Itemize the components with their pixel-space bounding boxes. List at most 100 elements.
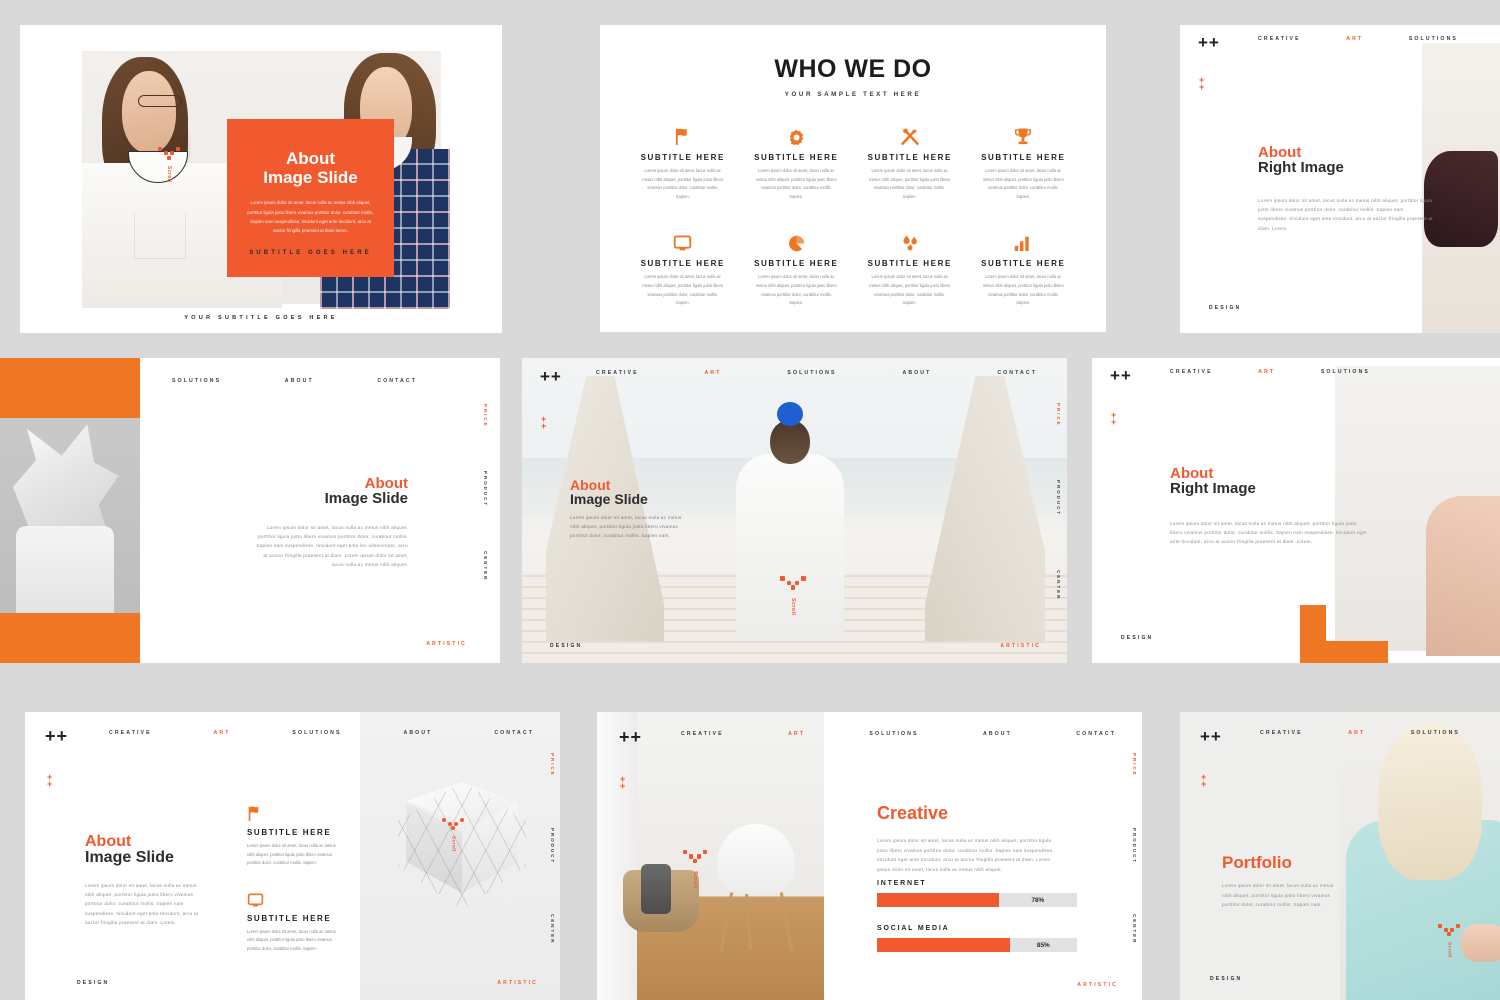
nav-item-contact[interactable]: CONTACT [494,730,534,736]
brand-logo-plus[interactable]: ++ [45,727,68,745]
nav-item-creative[interactable]: CREATIVE [1260,730,1303,736]
nav-item-creative[interactable]: CREATIVE [1170,369,1213,375]
card-subtitle: SUBTITLE GOES HERE [249,249,372,256]
feature-body: Lorem ipsum dolor sit amet, lacus nulla … [869,168,951,199]
nav-item-art[interactable]: ART [1258,369,1275,375]
nav-item-contact[interactable]: CONTACT [1076,731,1116,737]
photo-glasses [138,95,182,107]
feature-cell[interactable]: SUBTITLE HERE Lorem ipsum dolor sit amet… [740,123,854,201]
brand-logo-plus[interactable]: ++ [540,368,562,385]
nav-item-solutions[interactable]: SOLUTIONS [787,370,836,376]
nav-item-about[interactable]: ABOUT [983,731,1012,737]
slide-creative-stats[interactable]: Scroll ++ CREATIVE ART SOLUTIONS ABOUT C… [597,712,1142,1000]
nav-item-solutions[interactable]: SOLUTIONS [1411,730,1460,736]
slide-about-image-beach[interactable]: ++ CREATIVE ART SOLUTIONS ABOUT CONTACT … [522,358,1067,663]
nav-item-art[interactable]: ART [705,370,722,376]
side-label-center: CENTER [483,550,488,582]
feature-list: SUBTITLE HERE Lorem ipsum dolor sit amet… [247,804,347,976]
top-nav[interactable]: CREATIVE ART SOLUTIONS ABOUT CONTACT [681,731,1116,737]
nav-item-art[interactable]: ART [788,731,805,737]
side-label-product: PRODUCT [1132,827,1137,864]
top-nav[interactable]: CREATIVE ART SOLUTIONS [1258,36,1458,42]
stat-value: 78% [1031,896,1045,904]
slide-about-image-cover[interactable]: Scroll Scroll About Image Slide Lorem ip… [20,25,502,333]
nav-item-solutions[interactable]: SOLUTIONS [1321,369,1370,375]
progress-bar-track: 78% [877,893,1077,907]
nav-item-art[interactable]: ART [1346,36,1363,42]
scroll-label: Scroll [450,836,456,852]
body-text: Lorem ipsum dolor sit amet, lacus nulla … [1170,520,1367,545]
nav-item-creative[interactable]: CREATIVE [596,370,639,376]
page-subtitle: YOUR SAMPLE TEXT HERE [784,91,922,98]
feature-item[interactable]: SUBTITLE HERE Lorem ipsum dolor sit amet… [247,804,347,868]
card-body-text: Lorem ipsum dolor sit amet, lacus nulla … [247,200,374,234]
brand-logo-plus[interactable]: ++ [1200,728,1222,745]
photo-shirt-pocket [134,213,186,259]
slide-who-we-do[interactable]: WHO WE DO YOUR SAMPLE TEXT HERE SUBTITLE… [600,25,1106,332]
orange-block-bottom [0,613,140,663]
slide-about-image-origami[interactable]: SOLUTIONS ABOUT CONTACT PRICE PRODUCT CE… [0,358,500,663]
rubiks-cube-image: Scroll [398,782,526,910]
nav-item-contact[interactable]: CONTACT [997,370,1037,376]
footer-artistic: ARTISTIC [497,980,538,986]
side-label-center: CENTER [1056,569,1061,601]
right-photo [1422,43,1500,333]
slide-about-right-image-b[interactable]: ++ CREATIVE ART SOLUTIONS + + About Right… [1092,358,1500,663]
scroll-label: Scroll [166,166,172,183]
scroll-watermark: Scroll [683,850,707,888]
portfolio-block: Portfolio Lorem ipsum dolor sit amet, la… [1222,854,1337,910]
nav-item-art[interactable]: ART [1348,730,1365,736]
brand-logo-plus[interactable]: ++ [1110,367,1132,384]
page-title: WHO WE DO [774,55,932,83]
v-logo-icon [683,850,707,867]
nav-item-creative[interactable]: CREATIVE [1258,36,1301,42]
slide-about-right-image-a[interactable]: ++ CREATIVE ART SOLUTIONS + + About Right… [1180,25,1500,333]
feature-cell[interactable]: SUBTITLE HERE Lorem ipsum dolor sit amet… [853,229,967,307]
top-nav[interactable]: CREATIVE ART SOLUTIONS [1170,369,1370,375]
footer-design: DESIGN [1210,976,1243,982]
nav-item-about[interactable]: ABOUT [902,370,931,376]
nav-item-creative[interactable]: CREATIVE [109,730,152,736]
bar-chart-icon [967,229,1081,252]
nav-item-solutions[interactable]: SOLUTIONS [1409,36,1458,42]
v-logo-icon [442,818,464,833]
card-heading: About Image Slide [227,149,394,187]
nav-item-creative[interactable]: CREATIVE [681,731,724,737]
feature-body: Lorem ipsum dolor sit amet, lacus nulla … [755,168,837,199]
scroll-watermark: Scroll [780,576,806,615]
slide-portfolio[interactable]: Scroll ++ CREATIVE ART SOLUTIONS + + Port… [1180,712,1500,1000]
slide-about-image-cube[interactable]: Scroll ++ CREATIVE ART SOLUTIONS ABOUT C… [25,712,560,1000]
feature-cell[interactable]: SUBTITLE HERE Lorem ipsum dolor sit amet… [626,229,740,307]
nav-item-solutions[interactable]: SOLUTIONS [869,731,918,737]
feature-cell[interactable]: SUBTITLE HERE Lorem ipsum dolor sit amet… [853,123,967,201]
nav-item-about[interactable]: ABOUT [285,378,314,384]
feature-cell[interactable]: SUBTITLE HERE Lorem ipsum dolor sit amet… [967,229,1081,307]
footer-design: DESIGN [1121,635,1154,641]
nav-item-contact[interactable]: CONTACT [377,378,417,384]
brand-logo-plus[interactable]: ++ [1198,34,1220,51]
progress-bar-fill [877,938,1010,952]
scroll-label: Scroll [1446,942,1452,958]
nav-item-solutions[interactable]: SOLUTIONS [292,730,341,736]
nav-item-art[interactable]: ART [214,730,231,736]
heading-accent: About [364,475,408,492]
side-label-price: PRICE [1056,402,1061,427]
top-nav[interactable]: CREATIVE ART SOLUTIONS [1260,730,1460,736]
feature-item[interactable]: SUBTITLE HERE Lorem ipsum dolor sit amet… [247,890,347,954]
stat-label: SOCIAL MEDIA [877,925,950,932]
brand-logo-plus[interactable]: ++ [619,728,642,746]
scroll-watermark-left: Scroll [158,147,180,182]
nav-item-solutions[interactable]: SOLUTIONS [172,378,221,384]
page-title: Portfolio [1222,853,1292,872]
feature-cell[interactable]: SUBTITLE HERE Lorem ipsum dolor sit amet… [740,229,854,307]
top-nav[interactable]: SOLUTIONS ABOUT CONTACT [172,378,417,384]
feature-cell[interactable]: SUBTITLE HERE Lorem ipsum dolor sit amet… [626,123,740,201]
top-nav[interactable]: CREATIVE ART SOLUTIONS ABOUT CONTACT [109,730,534,736]
nav-item-about[interactable]: ABOUT [403,730,432,736]
photo-blonde-hair [1378,724,1482,880]
top-nav[interactable]: CREATIVE ART SOLUTIONS ABOUT CONTACT [596,370,1037,376]
feature-heading: SUBTITLE HERE [754,153,839,162]
scroll-watermark: Scroll [442,818,464,852]
feature-cell[interactable]: SUBTITLE HERE Lorem ipsum dolor sit amet… [967,123,1081,201]
